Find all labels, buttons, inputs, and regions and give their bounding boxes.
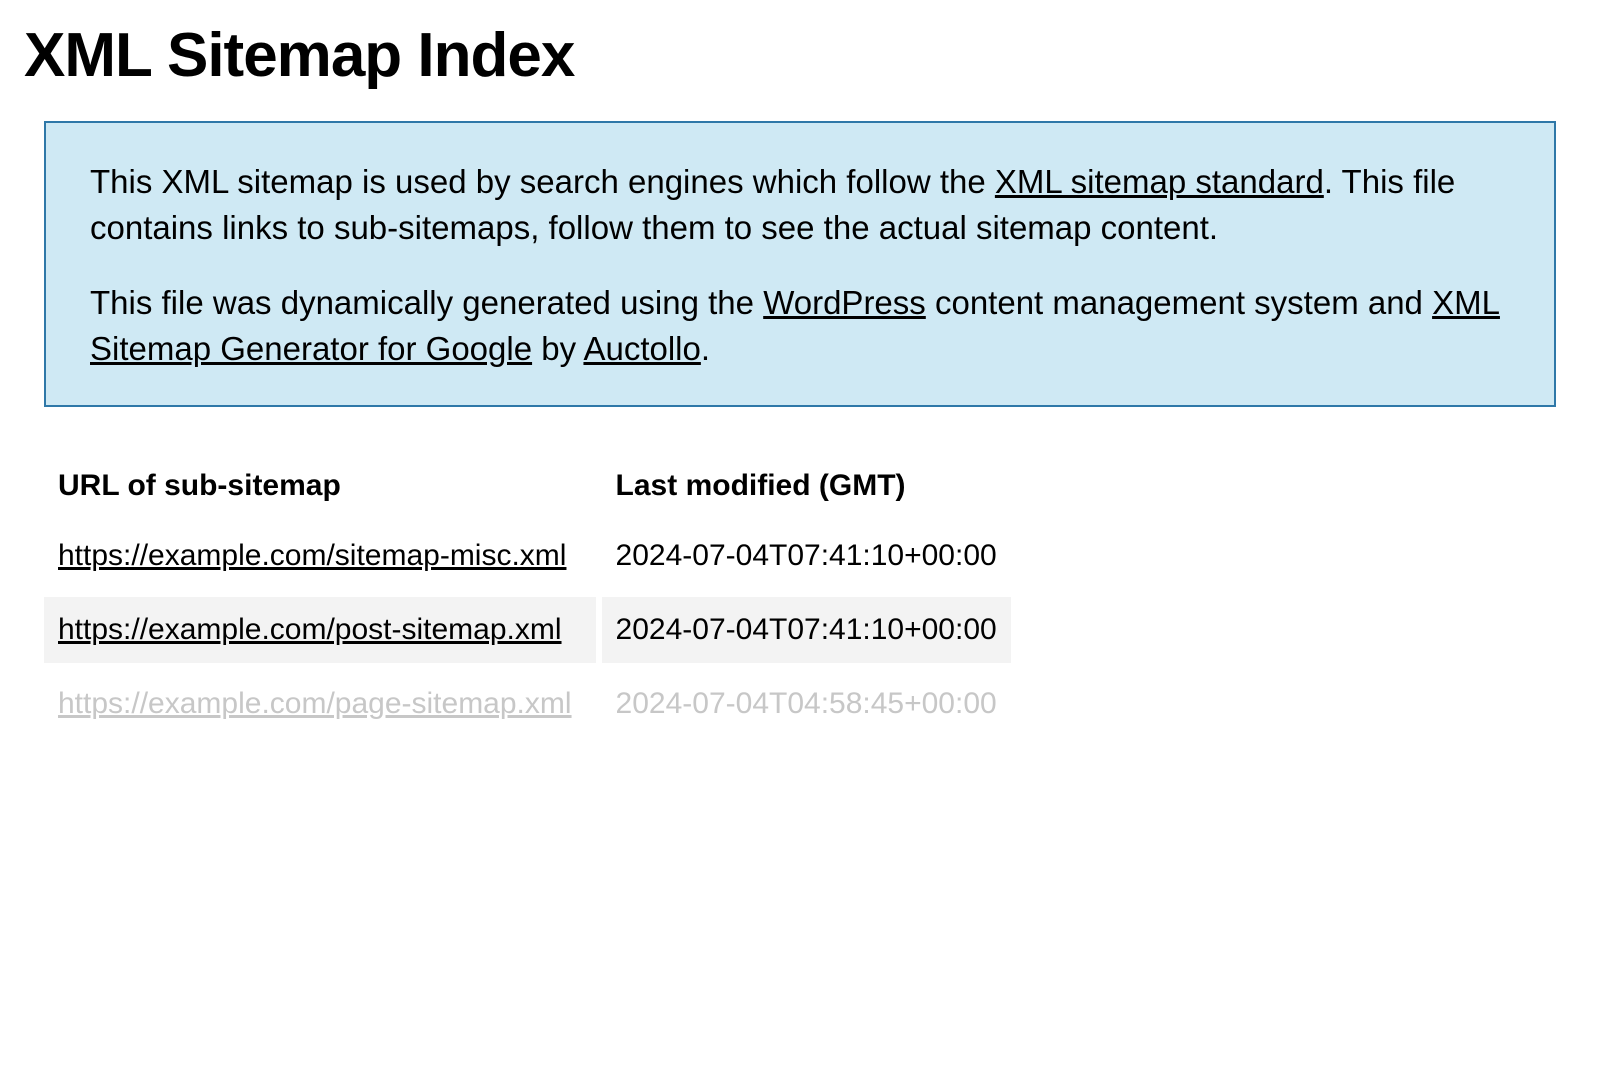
page-container: XML Sitemap Index This XML sitemap is us… xyxy=(0,0,1600,745)
auctollo-link[interactable]: Auctollo xyxy=(583,330,700,367)
notice-box: This XML sitemap is used by search engin… xyxy=(44,121,1556,407)
last-modified-cell: 2024-07-04T07:41:10+00:00 xyxy=(602,523,1011,589)
wordpress-link[interactable]: WordPress xyxy=(763,284,926,321)
table-header-row: URL of sub-sitemap Last modified (GMT) xyxy=(44,457,1011,515)
notice-paragraph-1: This XML sitemap is used by search engin… xyxy=(90,159,1510,250)
xml-standard-link[interactable]: XML sitemap standard xyxy=(995,163,1324,200)
notice-text: . xyxy=(701,330,710,367)
table-row: https://example.com/sitemap-misc.xml 202… xyxy=(44,523,1011,589)
sitemap-link[interactable]: https://example.com/sitemap-misc.xml xyxy=(58,539,566,572)
notice-text: This XML sitemap is used by search engin… xyxy=(90,163,995,200)
sitemap-link[interactable]: https://example.com/post-sitemap.xml xyxy=(58,613,562,646)
sitemap-link[interactable]: https://example.com/page-sitemap.xml xyxy=(58,687,572,720)
last-modified-cell: 2024-07-04T04:58:45+00:00 xyxy=(602,671,1011,737)
column-header-modified: Last modified (GMT) xyxy=(602,457,1011,515)
notice-paragraph-2: This file was dynamically generated usin… xyxy=(90,280,1510,371)
notice-text: content management system and xyxy=(926,284,1432,321)
page-title: XML Sitemap Index xyxy=(24,20,1576,91)
table-row: https://example.com/post-sitemap.xml 202… xyxy=(44,597,1011,663)
last-modified-cell: 2024-07-04T07:41:10+00:00 xyxy=(602,597,1011,663)
table-row: https://example.com/page-sitemap.xml 202… xyxy=(44,671,1011,737)
notice-text: by xyxy=(532,330,583,367)
sitemap-table: URL of sub-sitemap Last modified (GMT) h… xyxy=(38,449,1017,745)
notice-text: This file was dynamically generated usin… xyxy=(90,284,763,321)
column-header-url: URL of sub-sitemap xyxy=(44,457,596,515)
